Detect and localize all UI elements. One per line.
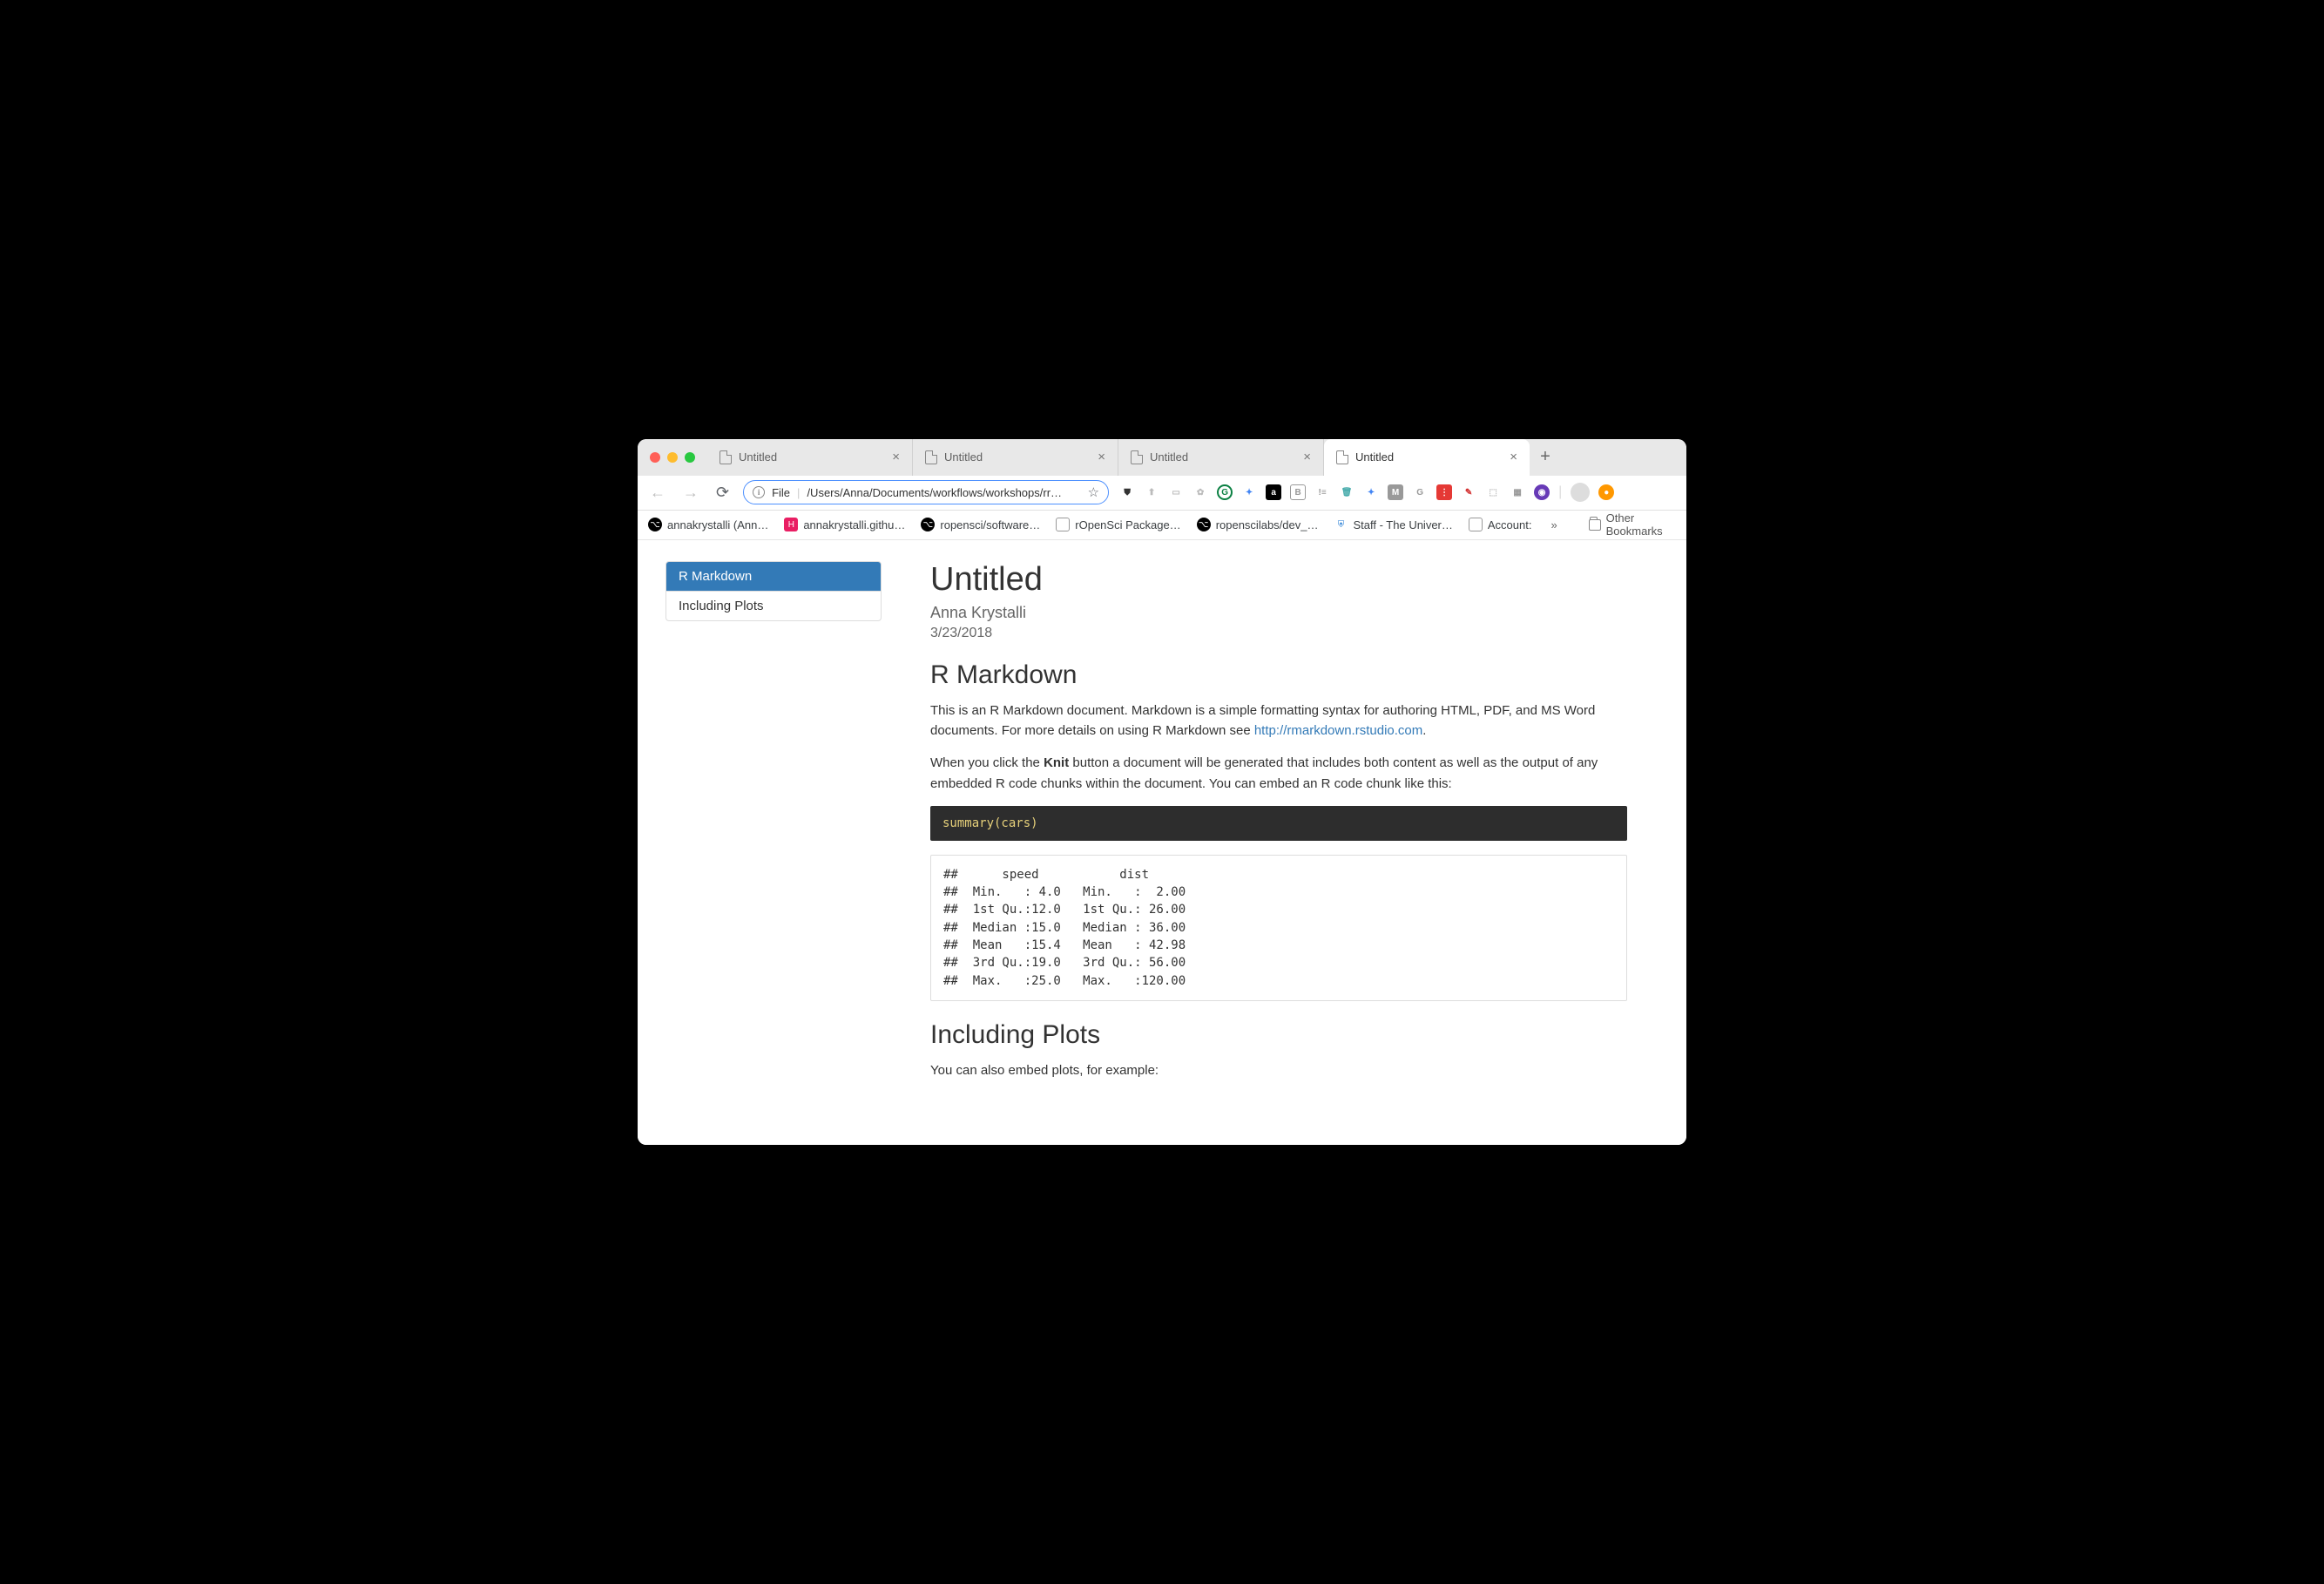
paragraph: This is an R Markdown document. Markdown… — [930, 701, 1627, 741]
address-bar[interactable]: i File | /Users/Anna/Documents/workflows… — [743, 480, 1109, 504]
toc: R Markdown Including Plots — [665, 561, 882, 621]
file-icon — [1469, 518, 1483, 531]
tab-0[interactable]: Untitled × — [707, 439, 913, 476]
tab-label: Untitled — [739, 450, 885, 464]
file-icon — [719, 450, 732, 464]
bookmark-item[interactable]: ⛨ Staff - The Univer… — [1334, 518, 1452, 531]
github-icon: ⌥ — [921, 518, 935, 531]
url-path: /Users/Anna/Documents/workflows/workshop… — [807, 486, 1080, 499]
extension-icon[interactable]: ⬚ — [1485, 484, 1501, 500]
github-icon: ⌥ — [648, 518, 662, 531]
back-button[interactable]: ← — [646, 484, 669, 502]
shield-icon: ⛨ — [1334, 518, 1348, 531]
folder-icon — [1589, 519, 1601, 531]
tab-1[interactable]: Untitled × — [913, 439, 1118, 476]
extension-icon[interactable]: ▦ — [1510, 484, 1525, 500]
tab-strip: Untitled × Untitled × Untitled × Untitle… — [707, 439, 1686, 476]
page-content: R Markdown Including Plots Untitled Anna… — [638, 540, 1686, 1145]
profile-avatar[interactable] — [1571, 483, 1590, 502]
bookmarks-bar: ⌥ annakrystalli (Ann… H annakrystalli.gi… — [638, 511, 1686, 540]
extension-icon[interactable]: ✦ — [1241, 484, 1257, 500]
toc-sidebar: R Markdown Including Plots — [665, 561, 882, 1093]
extension-icons: ⛊ ⬆ ▭ ✿ G ✦ a B !≡ 🗑 ✦ M G ⋮ ✎ ⬚ ▦ ◉ | ● — [1119, 483, 1614, 502]
extension-icon[interactable]: ⬆ — [1144, 484, 1159, 500]
bookmark-label: ropensci/software… — [940, 518, 1040, 531]
document-main: Untitled Anna Krystalli 3/23/2018 R Mark… — [930, 561, 1627, 1093]
bookmark-item[interactable]: H annakrystalli.githu… — [784, 518, 905, 531]
close-tab-icon[interactable]: × — [1303, 450, 1311, 464]
toc-item-label: R Markdown — [679, 569, 752, 584]
extension-icon[interactable]: a — [1266, 484, 1281, 500]
extension-icon[interactable]: G — [1217, 484, 1233, 500]
bookmark-label: annakrystalli (Ann… — [667, 518, 768, 531]
tab-3[interactable]: Untitled × — [1324, 439, 1530, 476]
bookmark-item[interactable]: ⌥ ropenscilabs/dev_… — [1197, 518, 1319, 531]
extension-icon[interactable]: !≡ — [1314, 484, 1330, 500]
rmarkdown-link[interactable]: http://rmarkdown.rstudio.com — [1254, 723, 1422, 738]
other-bookmarks-label: Other Bookmarks — [1606, 511, 1676, 538]
extension-icon[interactable]: 🗑 — [1339, 484, 1355, 500]
bookmark-item[interactable]: ⌥ annakrystalli (Ann… — [648, 518, 768, 531]
extension-icon[interactable]: ✦ — [1363, 484, 1379, 500]
bookmark-item[interactable]: rOpenSci Package… — [1056, 518, 1180, 531]
new-tab-button[interactable]: + — [1530, 439, 1561, 476]
site-info-icon[interactable]: i — [753, 486, 765, 498]
document-author: Anna Krystalli — [930, 604, 1627, 622]
code-output: ## speed dist ## Min. : 4.0 Min. : 2.00 … — [930, 855, 1627, 1001]
section-heading-rmarkdown: R Markdown — [930, 660, 1627, 690]
toolbar: ← → ⟳ i File | /Users/Anna/Documents/wor… — [638, 476, 1686, 511]
url-scheme: File — [772, 486, 790, 499]
bookmark-item[interactable]: Account: — [1469, 518, 1532, 531]
browser-window: Untitled × Untitled × Untitled × Untitle… — [638, 439, 1686, 1145]
extension-icon[interactable]: G — [1412, 484, 1428, 500]
extension-icon[interactable]: ◉ — [1534, 484, 1550, 500]
extension-icon[interactable]: ✎ — [1461, 484, 1476, 500]
tab-label: Untitled — [944, 450, 1091, 464]
github-icon: ⌥ — [1197, 518, 1211, 531]
toc-item-rmarkdown[interactable]: R Markdown — [666, 562, 881, 591]
bookmark-item[interactable]: ⌥ ropensci/software… — [921, 518, 1040, 531]
titlebar: Untitled × Untitled × Untitled × Untitle… — [638, 439, 1686, 476]
bookmark-label: Account: — [1488, 518, 1532, 531]
tab-label: Untitled — [1355, 450, 1503, 464]
file-icon — [1056, 518, 1070, 531]
close-window-button[interactable] — [650, 452, 660, 463]
forward-button: → — [679, 484, 702, 502]
tab-2[interactable]: Untitled × — [1118, 439, 1324, 476]
extension-icon[interactable]: ⛊ — [1119, 484, 1135, 500]
file-icon — [1336, 450, 1348, 464]
maximize-window-button[interactable] — [685, 452, 695, 463]
toc-item-label: Including Plots — [679, 599, 764, 613]
extension-icon[interactable]: ✿ — [1192, 484, 1208, 500]
bookmark-label: annakrystalli.githu… — [803, 518, 905, 531]
extension-icon[interactable]: M — [1388, 484, 1403, 500]
hex-icon: H — [784, 518, 798, 531]
toc-item-plots[interactable]: Including Plots — [666, 591, 881, 620]
paragraph: You can also embed plots, for example: — [930, 1060, 1627, 1080]
tab-label: Untitled — [1150, 450, 1296, 464]
bookmark-star-icon[interactable]: ☆ — [1088, 484, 1099, 500]
close-tab-icon[interactable]: × — [1098, 450, 1105, 464]
code-block: summary(cars) — [930, 806, 1627, 841]
paragraph: When you click the Knit button a documen… — [930, 753, 1627, 794]
section-heading-plots: Including Plots — [930, 1020, 1627, 1050]
minimize-window-button[interactable] — [667, 452, 678, 463]
document-title: Untitled — [930, 561, 1627, 599]
file-icon — [925, 450, 937, 464]
bookmark-label: ropenscilabs/dev_… — [1216, 518, 1319, 531]
close-tab-icon[interactable]: × — [892, 450, 900, 464]
extension-icon[interactable]: ⋮ — [1436, 484, 1452, 500]
window-controls — [638, 452, 707, 463]
reload-button[interactable]: ⟳ — [713, 484, 733, 502]
extension-icon[interactable]: ● — [1598, 484, 1614, 500]
file-icon — [1131, 450, 1143, 464]
bookmark-label: rOpenSci Package… — [1075, 518, 1180, 531]
extension-icon[interactable]: ▭ — [1168, 484, 1184, 500]
other-bookmarks[interactable]: Other Bookmarks — [1589, 511, 1676, 538]
bookmark-label: Staff - The Univer… — [1353, 518, 1452, 531]
close-tab-icon[interactable]: × — [1510, 450, 1517, 464]
extension-icon[interactable]: B — [1290, 484, 1306, 500]
document-date: 3/23/2018 — [930, 626, 1627, 641]
bookmarks-overflow[interactable]: » — [1550, 518, 1557, 531]
